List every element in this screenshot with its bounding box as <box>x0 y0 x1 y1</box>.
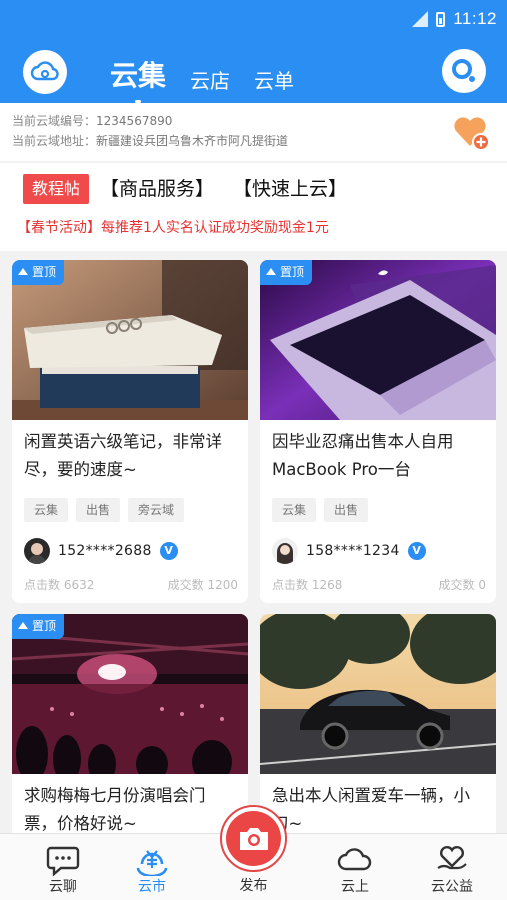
tab-yunji[interactable]: 云集 <box>110 54 166 103</box>
pinned-badge: 置顶 <box>12 614 65 639</box>
post-title[interactable]: 急出本人闲置爱车一辆，小刀~ <box>272 782 486 838</box>
post-stats: 点击数 1268 成交数 0 <box>272 576 486 593</box>
domain-address-value: 新疆建设兵团乌鲁木齐市阿凡提街道 <box>96 134 289 148</box>
nav-cloud[interactable]: 云上 <box>315 834 395 900</box>
post-image: 置顶 <box>12 614 248 774</box>
promo-banner[interactable]: 【春节活动】每推荐1人实名认证成功奖励现金1元 <box>17 217 329 237</box>
tutorial-badge[interactable]: 教程帖 <box>23 174 90 204</box>
avatar <box>24 538 50 564</box>
search-icon <box>452 59 475 82</box>
deal-count: 成交数 1200 <box>167 578 238 592</box>
post-card[interactable]: 置顶 闲置英语六级笔记，非常详尽，要的速度~ 云集 出售 旁云域 152****… <box>12 260 248 603</box>
avatar <box>272 538 298 564</box>
tag-chip[interactable]: 出售 <box>76 498 121 522</box>
pin-up-icon <box>18 622 28 629</box>
camera-icon <box>239 827 268 850</box>
domain-id-value: 1234567890 <box>96 114 173 128</box>
post-image: 置顶 <box>12 260 248 420</box>
post-title[interactable]: 闲置英语六级笔记，非常详尽，要的速度~ <box>24 428 238 484</box>
nav-label: 云上 <box>341 879 369 895</box>
click-count: 点击数 6632 <box>24 578 95 592</box>
signal-icon <box>412 11 429 27</box>
cloud-domain-button[interactable] <box>23 50 67 94</box>
author-name: 152****2688 <box>58 543 152 559</box>
yen-market-icon <box>136 850 168 876</box>
post-image <box>260 614 496 774</box>
tag-chip[interactable]: 云集 <box>272 498 317 522</box>
tag-chip[interactable]: 旁云域 <box>128 498 185 522</box>
pin-up-icon <box>266 268 276 275</box>
cloud-icon <box>30 61 59 81</box>
cloud-icon <box>337 848 372 871</box>
nav-label: 云聊 <box>49 879 77 895</box>
pin-up-icon <box>18 268 28 275</box>
nav-label: 云市 <box>138 879 166 895</box>
topic-bar: 教程帖 【商品服务】 【快速上云】 【春节活动】每推荐1人实名认证成功奖励现金1… <box>0 163 507 251</box>
nav-chat[interactable]: 云聊 <box>23 834 103 900</box>
post-image: 置顶 <box>260 260 496 420</box>
nav-label: 云公益 <box>431 879 473 895</box>
battery-icon <box>436 11 446 27</box>
nav-market[interactable]: 云市 <box>112 834 192 900</box>
status-time: 11:12 <box>453 9 497 28</box>
pinned-badge: 置顶 <box>260 260 313 285</box>
author-name: 158****1234 <box>306 543 400 559</box>
domain-info: 当前云域编号：1234567890 当前云域地址：新疆建设兵团乌鲁木齐市阿凡提街… <box>0 103 507 161</box>
post-author[interactable]: 158****1234 V <box>272 538 426 564</box>
nav-charity[interactable]: 云公益 <box>412 834 492 900</box>
domain-address-line: 当前云域地址：新疆建设兵团乌鲁木齐市阿凡提街道 <box>12 134 289 148</box>
domain-id-line: 当前云域编号：1234567890 <box>12 114 173 128</box>
tag-chip[interactable]: 出售 <box>324 498 369 522</box>
tag-link-quick-cloud[interactable]: 【快速上云】 <box>233 174 347 204</box>
post-title[interactable]: 求购梅梅七月份演唱会门票，价格好说~ <box>24 782 238 838</box>
app-header: 11:12 云集 云店 云单 <box>0 0 507 103</box>
favorite-add-icon[interactable] <box>451 112 491 152</box>
tag-link-services[interactable]: 【商品服务】 <box>100 174 214 204</box>
tag-chip[interactable]: 云集 <box>24 498 69 522</box>
publish-label: 发布 <box>239 878 268 894</box>
post-author[interactable]: 152****2688 V <box>24 538 178 564</box>
deal-count: 成交数 0 <box>438 578 486 592</box>
heart-hand-icon <box>437 845 467 870</box>
publish-button[interactable] <box>220 805 287 872</box>
post-tags: 云集 出售 <box>272 498 369 522</box>
verified-icon: V <box>159 542 178 560</box>
click-count: 点击数 1268 <box>272 578 343 592</box>
chat-icon <box>46 846 80 876</box>
post-title[interactable]: 因毕业忍痛出售本人自用MacBook Pro一台 <box>272 428 486 484</box>
verified-icon: V <box>407 542 426 560</box>
tab-yundan[interactable]: 云单 <box>254 65 294 94</box>
tab-yundian[interactable]: 云店 <box>190 65 230 94</box>
search-button[interactable] <box>442 49 486 93</box>
post-tags: 云集 出售 旁云域 <box>24 498 185 522</box>
status-bar: 11:12 <box>412 6 497 32</box>
pinned-badge: 置顶 <box>12 260 65 285</box>
header-tabs: 云集 云店 云单 <box>110 48 294 103</box>
post-card[interactable]: 置顶 因毕业忍痛出售本人自用MacBook Pro一台 云集 出售 158***… <box>260 260 496 603</box>
post-stats: 点击数 6632 成交数 1200 <box>24 576 238 593</box>
